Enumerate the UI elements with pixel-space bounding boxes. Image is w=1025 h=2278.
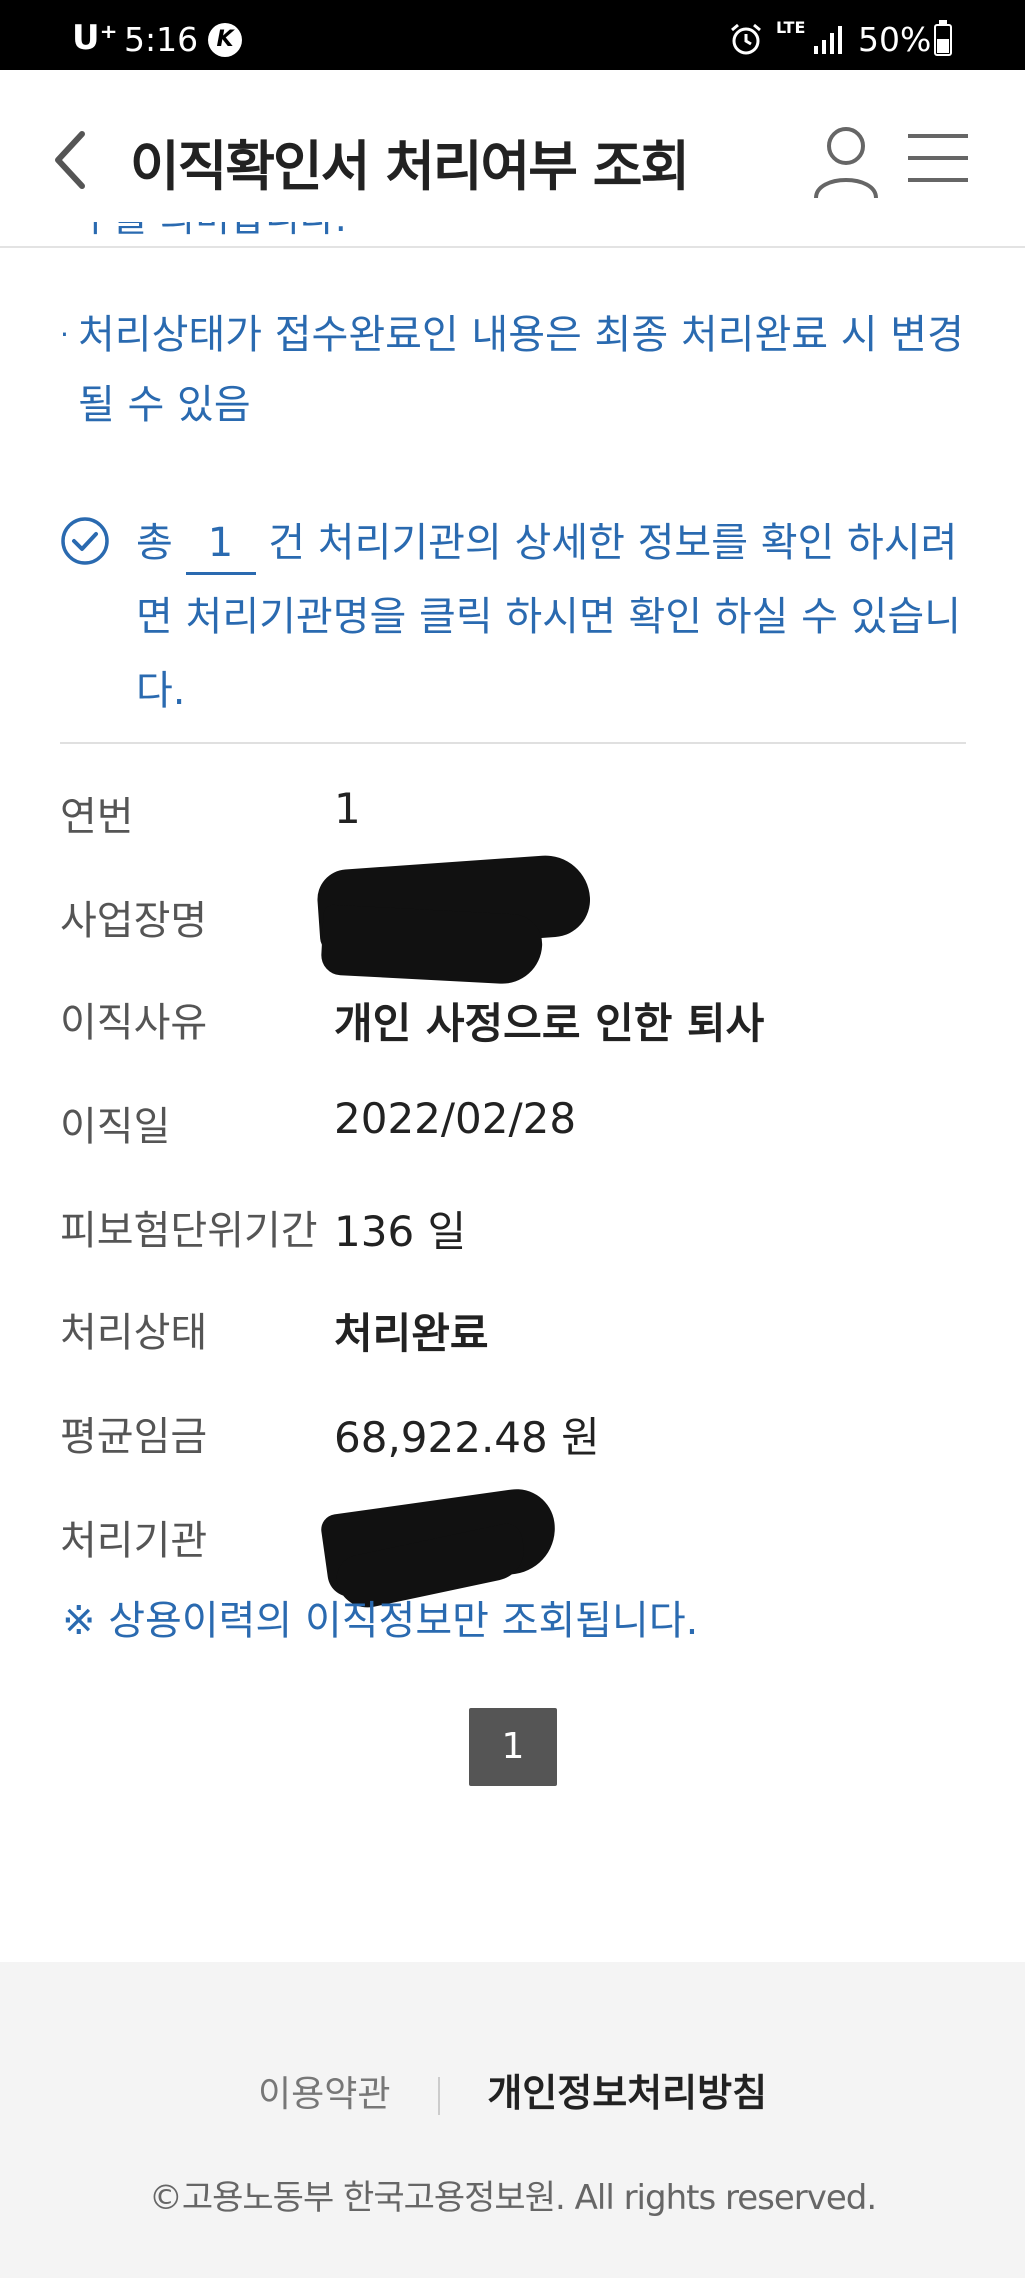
- detail-label: 이직사유: [60, 1000, 208, 1046]
- detail-value: 처리완료: [334, 1309, 489, 1358]
- copyright: ©고용노동부 한국고용정보원. All rights reserved.: [148, 2178, 877, 2218]
- result-count: 1: [185, 514, 256, 575]
- link-separator: [437, 2077, 440, 2115]
- status-bar: U⁺ 5:16 K LTE 50%: [0, 0, 1025, 70]
- detail-label: 피보험단위기간: [60, 1208, 318, 1254]
- notice-truncated-line: 수를 의미합니다.: [78, 222, 347, 262]
- privacy-policy-link[interactable]: 개인정보처리방침: [487, 2071, 767, 2115]
- detail-value: 1: [334, 784, 361, 833]
- battery-icon: [934, 20, 952, 56]
- user-icon[interactable]: [810, 122, 882, 200]
- detail-row-serial: 연번 1: [60, 784, 966, 864]
- footer-links: 이용약관 개인정보처리방침: [0, 2062, 1025, 2117]
- battery-percent: 50%: [858, 20, 932, 59]
- detail-row-leave-date: 이직일 2022/02/28: [60, 1094, 966, 1174]
- footnote: ※ 상용이력의 이직정보만 조회됩니다.: [62, 1598, 699, 1644]
- result-summary: 총 1 건 처리기관의 상세한 정보를 확인 하시려면 처리기관명을 클릭 하시…: [60, 506, 970, 728]
- alarm-icon: [731, 23, 761, 55]
- detail-label: 처리기관: [60, 1518, 208, 1564]
- lte-indicator: LTE: [776, 18, 806, 37]
- menu-icon[interactable]: [906, 128, 970, 188]
- detail-value: 개인 사정으로 인한 퇴사: [334, 999, 765, 1048]
- detail-row-insured-period: 피보험단위기간 136 일: [60, 1198, 966, 1278]
- detail-row-reason: 이직사유 개인 사정으로 인한 퇴사: [60, 990, 966, 1070]
- detail-row-status: 처리상태 처리완료: [60, 1300, 966, 1380]
- page-button-1[interactable]: 1: [469, 1708, 557, 1786]
- summary-text: 총 1 건 처리기관의 상세한 정보를 확인 하시려면 처리기관명을 클릭 하시…: [60, 506, 970, 728]
- back-icon[interactable]: [40, 120, 100, 200]
- detail-label: 사업장명: [60, 898, 208, 944]
- summary-suffix: 건 처리기관의 상세한 정보를 확인 하시려면 처리기관명을 클릭 하시면 확인…: [136, 520, 962, 714]
- redaction-mark: [320, 904, 544, 986]
- notice-bullet: ·: [60, 318, 69, 351]
- check-circle-icon: [61, 517, 109, 565]
- app-notification-icon: K: [208, 23, 242, 57]
- detail-value: 2022/02/28: [334, 1094, 577, 1143]
- page-title: 이직확인서 처리여부 조회: [130, 135, 690, 198]
- summary-prefix: 총: [136, 520, 173, 566]
- signal-icon: [814, 26, 842, 54]
- detail-value: 68,922.48 원: [334, 1413, 600, 1462]
- detail-label: 이직일: [60, 1104, 171, 1150]
- detail-row-average-wage: 평균임금 68,922.48 원: [60, 1404, 966, 1484]
- detail-value: 136 일: [334, 1207, 467, 1256]
- status-notice: · 처리상태가 접수완료인 내용은 최종 처리완료 시 변경될 수 있음: [60, 300, 980, 440]
- clock: 5:16: [124, 20, 199, 59]
- detail-label: 평균임금: [60, 1414, 208, 1460]
- terms-link[interactable]: 이용약관: [258, 2074, 390, 2115]
- divider: [60, 742, 966, 744]
- footer: 이용약관 개인정보처리방침 ©고용노동부 한국고용정보원. All rights…: [0, 1962, 1025, 2278]
- carrier-label: U⁺: [72, 18, 118, 58]
- notice-text: 처리상태가 접수완료인 내용은 최종 처리완료 시 변경될 수 있음: [78, 312, 964, 428]
- detail-label: 연번: [60, 794, 134, 840]
- detail-label: 처리상태: [60, 1310, 208, 1356]
